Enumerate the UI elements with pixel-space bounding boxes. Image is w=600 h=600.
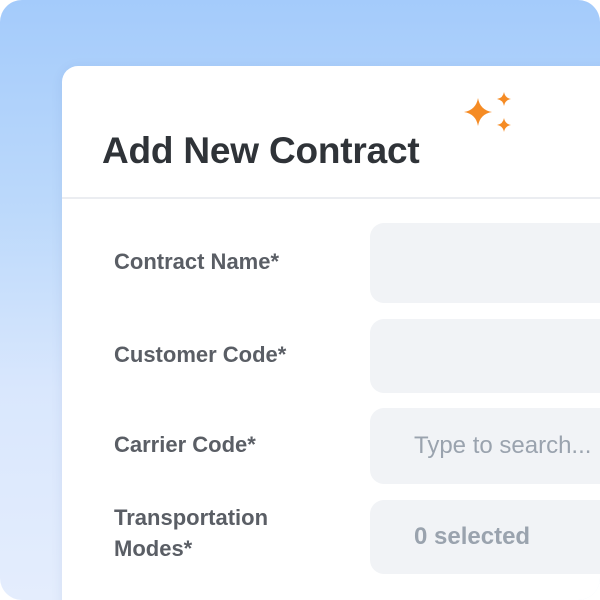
dialog-header: Add New Contract — [62, 66, 600, 199]
contract-name-label: Contract Name* — [114, 249, 280, 274]
transportation-modes-label-line2: Modes* — [114, 536, 193, 561]
customer-code-row: Customer Code* — [62, 319, 600, 393]
carrier-code-search-input[interactable] — [370, 408, 600, 484]
page-background: Add New Contract Contract Name* Customer… — [0, 0, 600, 600]
transportation-modes-label-line1: Transportation — [114, 505, 269, 530]
dialog-title: Add New Contract — [102, 130, 420, 171]
contract-name-input[interactable] — [370, 223, 600, 303]
contract-name-row: Contract Name* — [62, 223, 600, 303]
carrier-code-row: Carrier Code* — [62, 408, 600, 484]
customer-code-input[interactable] — [370, 319, 600, 393]
transportation-modes-row: Transportation Modes* 0 selected — [62, 500, 600, 574]
transportation-modes-label: Transportation Modes* — [114, 502, 268, 564]
transportation-modes-selected-count: 0 selected — [414, 523, 531, 550]
customer-code-label: Customer Code* — [114, 342, 287, 367]
add-contract-dialog: Add New Contract Contract Name* Customer… — [62, 66, 600, 600]
sparkles-icon — [464, 92, 511, 132]
carrier-code-label: Carrier Code* — [114, 432, 256, 457]
transportation-modes-select[interactable]: 0 selected — [370, 500, 600, 574]
